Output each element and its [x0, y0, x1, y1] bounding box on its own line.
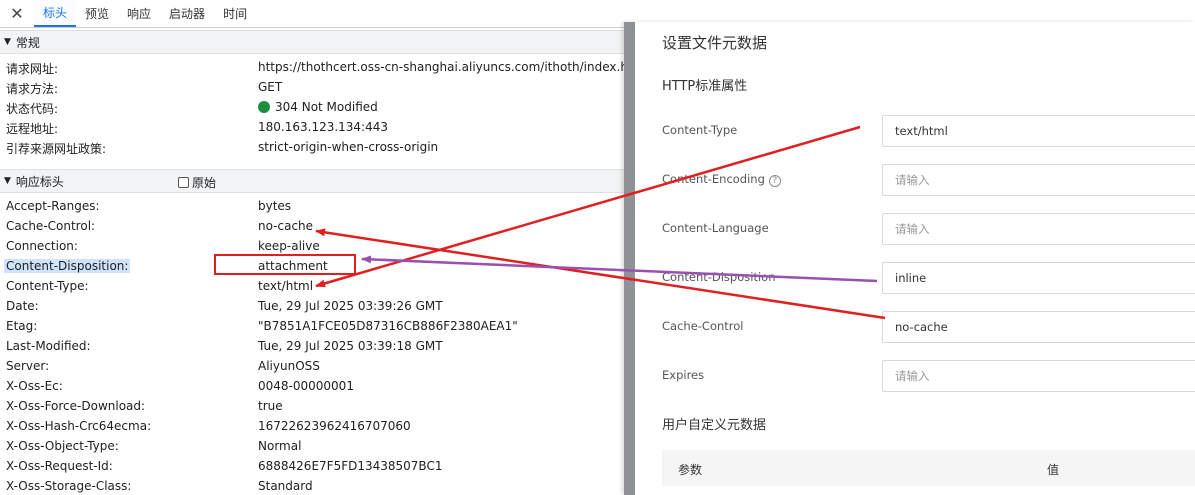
- general-key: 引荐来源网址政策:: [6, 142, 107, 156]
- expires-input[interactable]: 请输入: [882, 360, 1195, 392]
- general-row: 引荐来源网址政策: strict-origin-when-cross-origi…: [0, 137, 625, 157]
- tab-preview[interactable]: 预览: [76, 0, 118, 27]
- response-header-key: X-Oss-Request-Id:: [6, 459, 113, 473]
- response-header-key: Last-Modified:: [6, 339, 91, 353]
- status-code-text: 304 Not Modified: [275, 100, 378, 114]
- content-language-input[interactable]: 请输入: [882, 213, 1195, 245]
- response-header-key: X-Oss-Ec:: [6, 379, 63, 393]
- general-key: 请求方法:: [6, 82, 59, 96]
- response-header-row: X-Oss-Storage-Class: Standard: [0, 476, 625, 495]
- collapse-triangle-icon: ▼: [4, 176, 11, 186]
- response-header-row: Server: AliyunOSS: [0, 356, 625, 376]
- response-header-value: Tue, 29 Jul 2025 03:39:18 GMT: [258, 339, 443, 353]
- response-header-key: Server:: [6, 359, 50, 373]
- field-label-content-language: Content-Language: [662, 221, 769, 235]
- metadata-panel: 设置文件元数据 HTTP标准属性 Content-Type text/html …: [624, 22, 1195, 495]
- general-row: 请求方法: GET: [0, 77, 625, 97]
- response-header-value: Tue, 29 Jul 2025 03:39:26 GMT: [258, 299, 443, 313]
- cache-control-input[interactable]: no-cache: [882, 311, 1195, 343]
- raw-checkbox[interactable]: 原始: [178, 170, 216, 194]
- panel-subtitle: HTTP标准属性: [662, 79, 748, 94]
- response-header-key: Cache-Control:: [6, 219, 96, 233]
- general-value: GET: [258, 80, 283, 94]
- content-encoding-input[interactable]: 请输入: [882, 164, 1195, 196]
- tab-initiator[interactable]: 启动器: [160, 0, 214, 27]
- response-header-row: Content-Type: text/html: [0, 276, 625, 296]
- field-label-expires: Expires: [662, 368, 705, 382]
- response-header-row: Connection: keep-alive: [0, 236, 625, 256]
- tab-response[interactable]: 响应: [118, 0, 160, 27]
- tab-headers[interactable]: 标头: [34, 0, 77, 27]
- response-header-key: Etag:: [6, 319, 38, 333]
- response-headers-section-header[interactable]: ▼ 响应标头 原始: [0, 169, 625, 193]
- response-header-row: X-Oss-Force-Download: true: [0, 396, 625, 416]
- custom-metadata-title: 用户自定义元数据: [662, 418, 767, 433]
- general-value: 180.163.123.134:443: [258, 120, 389, 134]
- column-param: 参数: [678, 463, 703, 477]
- response-header-value: keep-alive: [258, 239, 320, 253]
- response-headers-title: 响应标头: [15, 174, 64, 189]
- general-row: 状态代码: 304 Not Modified: [0, 97, 625, 117]
- response-header-row: X-Oss-Request-Id: 6888426E7F5FD13438507BC…: [0, 456, 625, 476]
- response-header-key: X-Oss-Hash-Crc64ecma:: [6, 419, 152, 433]
- response-header-value: "B7851A1FCE05D87316CB886F2380AEA1": [258, 319, 518, 333]
- response-header-key: X-Oss-Storage-Class:: [6, 479, 132, 493]
- response-header-value: AliyunOSS: [258, 359, 320, 373]
- general-section-header[interactable]: ▼ 常规: [0, 30, 625, 54]
- highlight-box: [214, 254, 356, 275]
- checkbox-icon[interactable]: [178, 176, 189, 188]
- response-header-row: Etag: "B7851A1FCE05D87316CB886F2380AEA1": [0, 316, 625, 336]
- response-header-value: 16722623962416707060: [258, 419, 411, 433]
- column-value: 值: [1047, 463, 1060, 477]
- response-header-row: X-Oss-Hash-Crc64ecma: 1672262396241670706…: [0, 416, 625, 436]
- field-label-content-type: Content-Type: [662, 123, 738, 137]
- general-key: 请求网址:: [6, 62, 59, 76]
- response-header-key: Accept-Ranges:: [6, 199, 100, 213]
- response-header-key: X-Oss-Object-Type:: [6, 439, 119, 453]
- response-header-key: Content-Disposition:: [4, 259, 131, 273]
- response-header-key: Connection:: [6, 239, 78, 253]
- response-header-row: Date: Tue, 29 Jul 2025 03:39:26 GMT: [0, 296, 625, 316]
- general-key: 状态代码:: [6, 102, 59, 116]
- panel-title: 设置文件元数据: [662, 34, 768, 52]
- response-header-key: Date:: [6, 299, 39, 313]
- close-icon[interactable]: ✕: [0, 0, 34, 27]
- content-disposition-input[interactable]: inline: [882, 262, 1195, 294]
- response-header-row: Accept-Ranges: bytes: [0, 196, 625, 216]
- collapse-triangle-icon: ▼: [4, 37, 11, 47]
- response-header-row: X-Oss-Object-Type: Normal: [0, 436, 625, 456]
- general-key: 远程地址:: [6, 122, 59, 136]
- general-row: 请求网址: https://thothcert.oss-cn-shanghai.…: [0, 57, 644, 77]
- response-header-row: Cache-Control: no-cache: [0, 216, 625, 236]
- response-header-value: Standard: [258, 479, 313, 493]
- response-header-value: 0048-00000001: [258, 379, 354, 393]
- response-header-value: no-cache: [258, 219, 314, 233]
- response-header-key: X-Oss-Force-Download:: [6, 399, 146, 413]
- response-header-value: 6888426E7F5FD13438507BC1: [258, 459, 443, 473]
- response-header-key: Content-Type:: [6, 279, 89, 293]
- response-header-value: Normal: [258, 439, 302, 453]
- status-dot-icon: [258, 101, 270, 113]
- response-header-row: Last-Modified: Tue, 29 Jul 2025 03:39:18 …: [0, 336, 625, 356]
- general-section-title: 常规: [15, 35, 40, 50]
- content-type-input[interactable]: text/html: [882, 115, 1195, 147]
- field-label-text: Content-Encoding: [662, 172, 765, 186]
- field-label-content-disposition: Content-Disposition: [662, 270, 776, 284]
- response-header-value: bytes: [258, 199, 292, 213]
- response-header-value: true: [258, 399, 283, 413]
- field-label-cache-control: Cache-Control: [662, 319, 744, 333]
- response-header-value: text/html: [258, 279, 314, 293]
- question-circle-icon[interactable]: ?: [768, 175, 781, 187]
- raw-checkbox-label: 原始: [192, 175, 217, 190]
- general-value: strict-origin-when-cross-origin: [258, 140, 439, 154]
- general-row: 远程地址: 180.163.123.134:443: [0, 117, 625, 137]
- custom-metadata-table-header: 参数 值: [662, 450, 1195, 486]
- general-value: 304 Not Modified: [258, 100, 378, 114]
- field-label-content-encoding: Content-Encoding?: [662, 172, 781, 187]
- tab-timing[interactable]: 时间: [214, 0, 256, 27]
- response-header-row: X-Oss-Ec: 0048-00000001: [0, 376, 625, 396]
- general-value: https://thothcert.oss-cn-shanghai.aliyun…: [258, 60, 645, 74]
